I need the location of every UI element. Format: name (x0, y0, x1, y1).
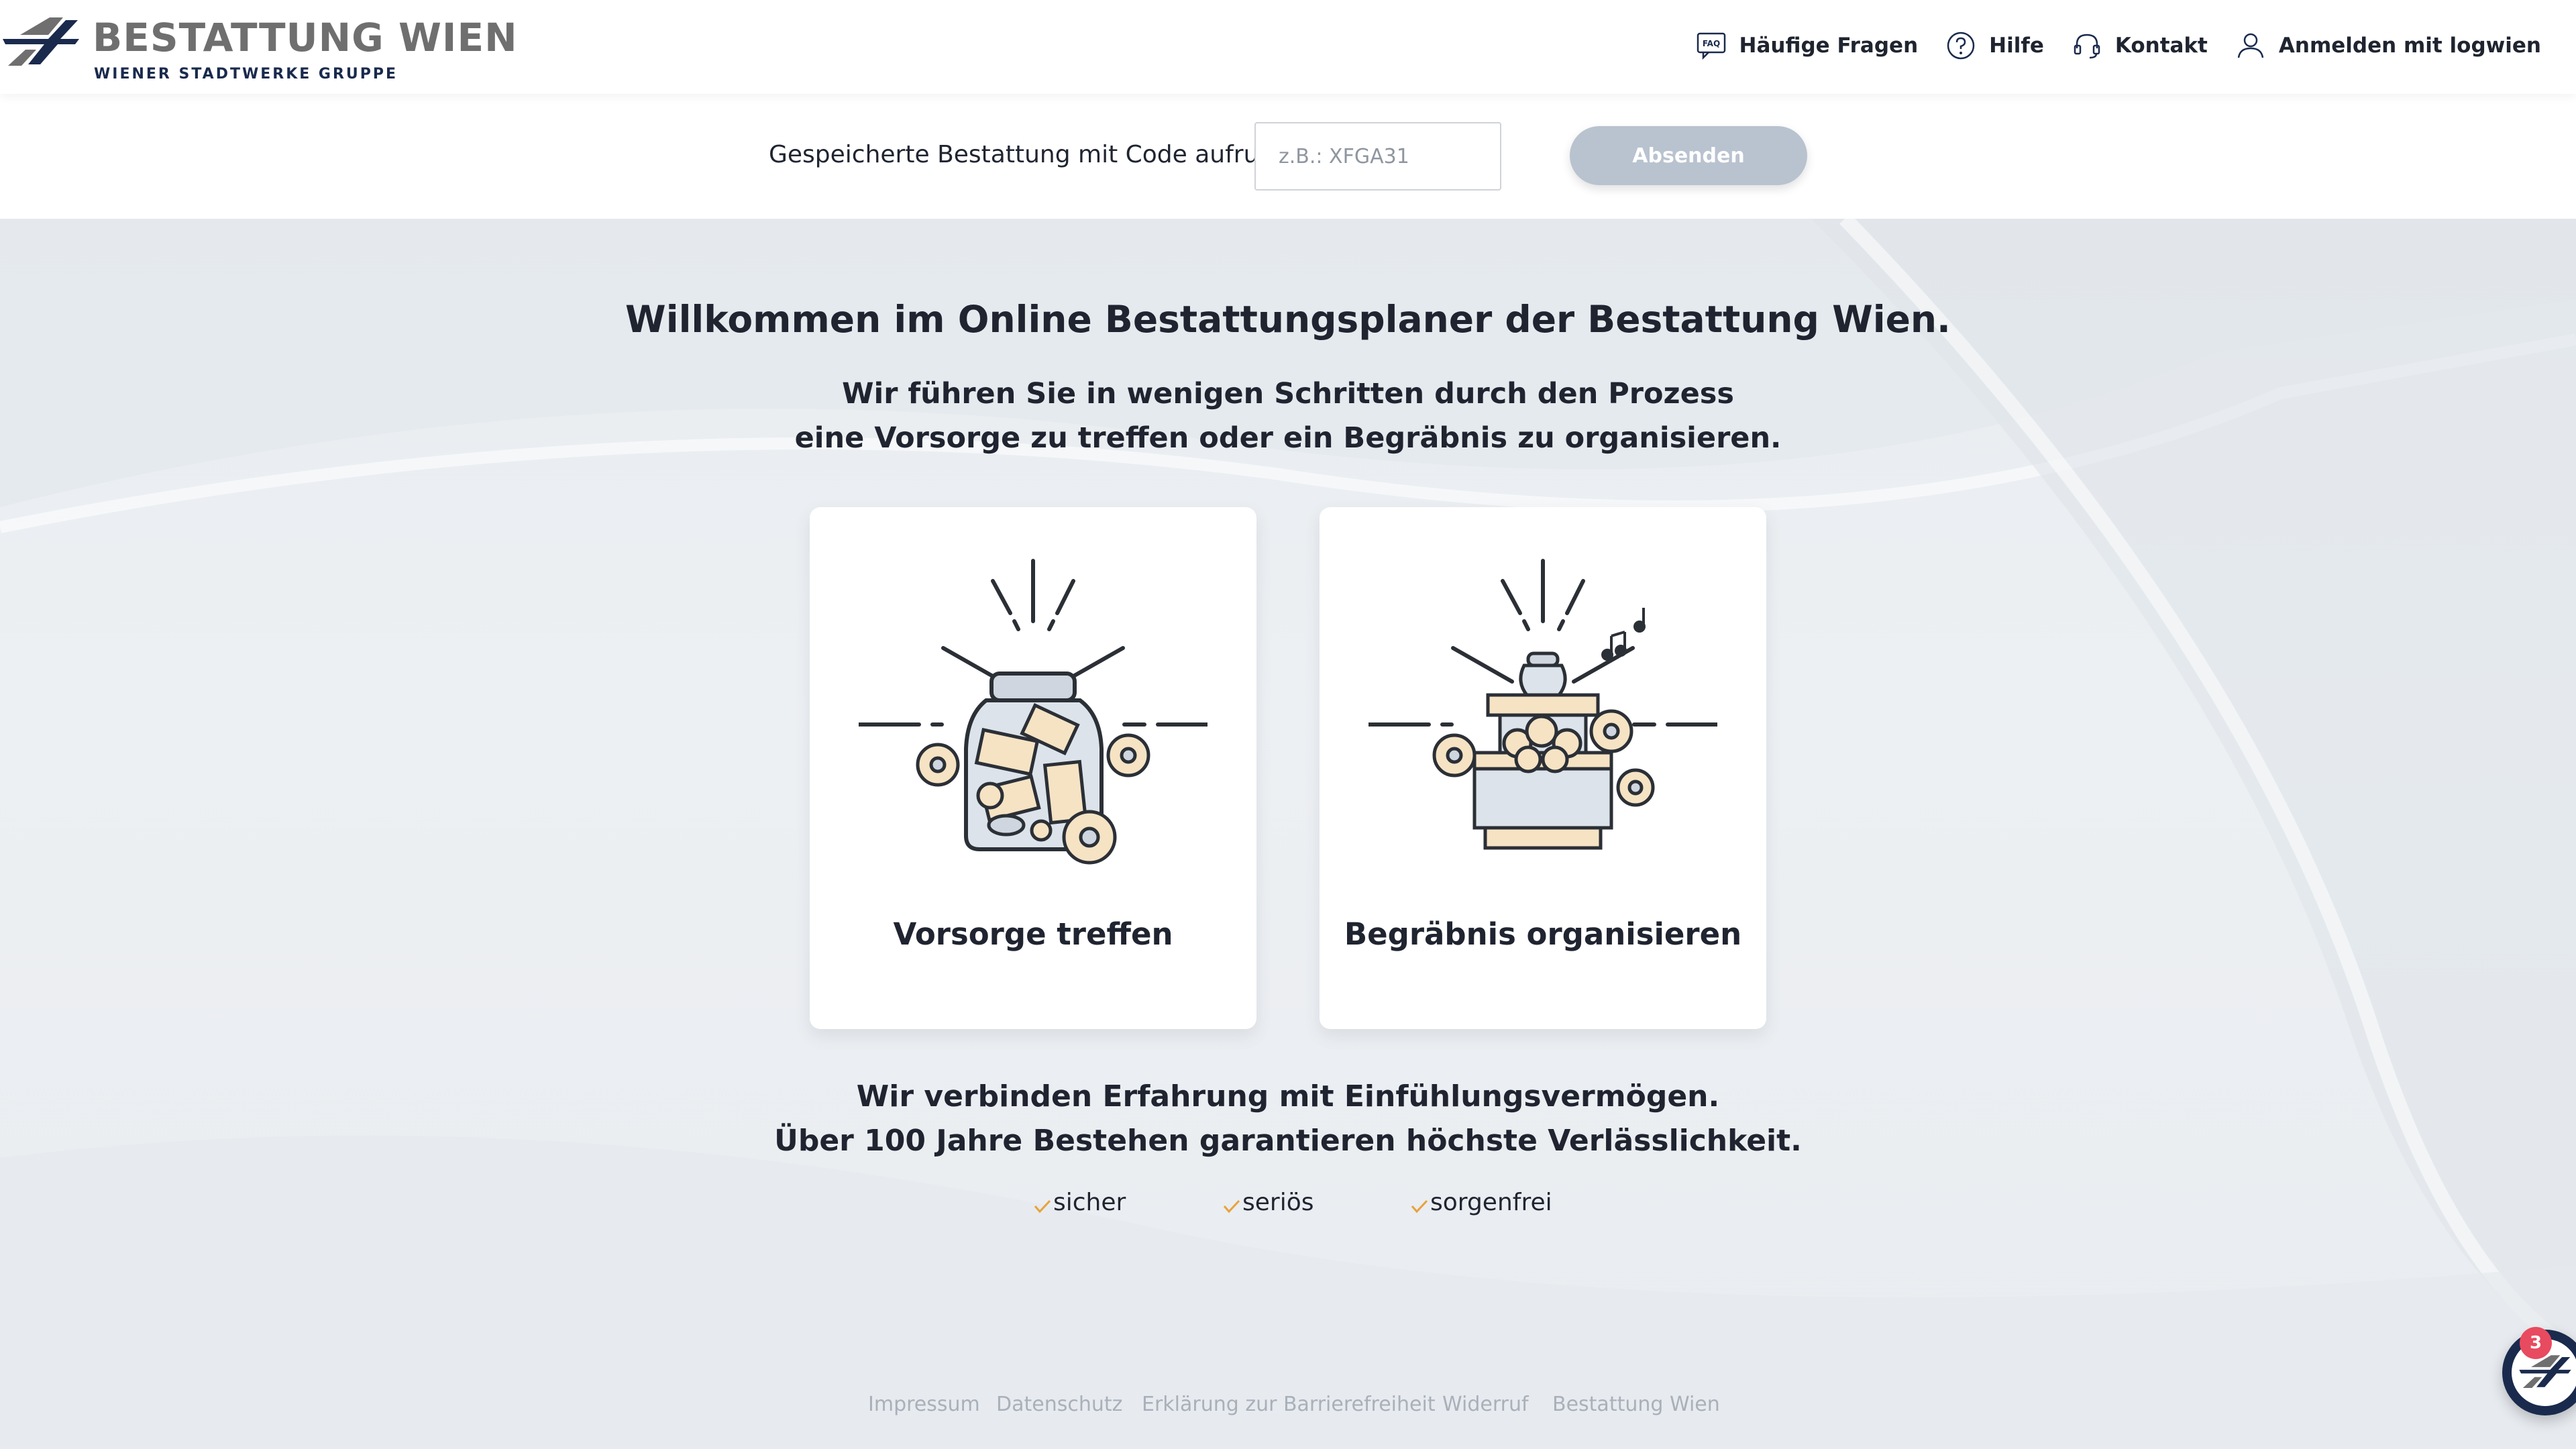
bestattung-wien-logo-icon (3, 17, 79, 66)
footer-link-datenschutz[interactable]: Datenschutz (996, 1393, 1122, 1416)
footer-link-bestattung-wien[interactable]: Bestattung Wien (1552, 1393, 1720, 1416)
brand-subtitle: WIENER STADTWERKE GRUPPE (94, 66, 398, 83)
nav-faq[interactable]: FAQ Häufige Fragen (1695, 30, 1919, 62)
nav-contact[interactable]: Kontakt (2071, 30, 2208, 62)
nav-help[interactable]: Hilfe (1945, 30, 2044, 62)
help-icon (1947, 32, 1975, 60)
nav-login[interactable]: Anmelden mit logwien (2235, 30, 2541, 62)
option-cards: Vorsorge treffen Begräbnis organisieren (0, 507, 2576, 1030)
nav-login-label: Anmelden mit logwien (2278, 34, 2541, 58)
urn-flowers-icon (1368, 559, 1717, 850)
code-label: Gespeicherte Bestattung mit Code aufrufe… (769, 141, 1298, 168)
notification-badge: 3 (2520, 1327, 2552, 1359)
values-text: Wir verbinden Erfahrung mit Einfühlungsv… (0, 1075, 2576, 1163)
footer-link-impressum[interactable]: Impressum (868, 1393, 980, 1416)
welcome-heading: Willkommen im Online Bestattungsplaner d… (625, 298, 1951, 341)
brand-logo[interactable]: BESTATTUNG WIEN WIENER STADTWERKE GRUPPE (0, 12, 517, 86)
check-icon (1223, 1199, 1240, 1213)
faq-icon: FAQ (1697, 32, 1725, 60)
nav-faq-label: Häufige Fragen (1739, 34, 1919, 58)
intro-text: Wir führen Sie in wenigen Schritten durc… (0, 372, 2576, 460)
svg-text:FAQ: FAQ (1702, 39, 1719, 48)
code-lookup-bar: Gespeicherte Bestattung mit Code aufrufe… (0, 94, 2576, 219)
values-line-2: Über 100 Jahre Bestehen garantieren höch… (774, 1124, 1802, 1158)
money-jar-icon (859, 559, 1208, 865)
top-navigation: FAQ Häufige Fragen Hilfe Kontakt Anmelde… (1695, 30, 2541, 62)
code-input[interactable] (1254, 122, 1501, 191)
main-content: Willkommen im Online Bestattungsplaner d… (0, 219, 2576, 1449)
feature-item: seriös (1222, 1189, 1314, 1216)
feature-label: sicher (1053, 1189, 1126, 1216)
user-icon (2237, 33, 2264, 58)
nav-contact-label: Kontakt (2114, 34, 2208, 58)
check-icon (1034, 1199, 1051, 1213)
feature-list: sicher seriös sorgenfrei (1033, 1189, 1570, 1229)
chat-logo-icon (2519, 1355, 2571, 1389)
brand-name: BESTATTUNG WIEN (93, 15, 518, 60)
card-vorsorge[interactable]: Vorsorge treffen (810, 507, 1256, 1029)
nav-help-label: Hilfe (1989, 34, 2044, 58)
card-begraebnis[interactable]: Begräbnis organisieren (1320, 507, 1766, 1029)
feature-label: seriös (1242, 1189, 1314, 1216)
intro-line-2: eine Vorsorge zu treffen oder ein Begräb… (794, 421, 1782, 455)
feature-item: sicher (1033, 1189, 1126, 1216)
feature-label: sorgenfrei (1430, 1189, 1552, 1216)
check-icon (1411, 1199, 1428, 1213)
footer-link-barrierefreiheit[interactable]: Erklärung zur Barrierefreiheit (1142, 1393, 1436, 1416)
header: BESTATTUNG WIEN WIENER STADTWERKE GRUPPE… (0, 0, 2576, 94)
submit-button[interactable]: Absenden (1570, 126, 1807, 185)
card-begraebnis-label: Begräbnis organisieren (1344, 916, 1742, 952)
footer-link-widerruf[interactable]: Widerruf (1442, 1393, 1529, 1416)
values-line-1: Wir verbinden Erfahrung mit Einfühlungsv… (856, 1079, 1720, 1114)
headset-icon (2074, 34, 2100, 59)
intro-line-1: Wir führen Sie in wenigen Schritten durc… (842, 377, 1734, 411)
feature-item: sorgenfrei (1410, 1189, 1552, 1216)
card-vorsorge-label: Vorsorge treffen (893, 916, 1173, 952)
